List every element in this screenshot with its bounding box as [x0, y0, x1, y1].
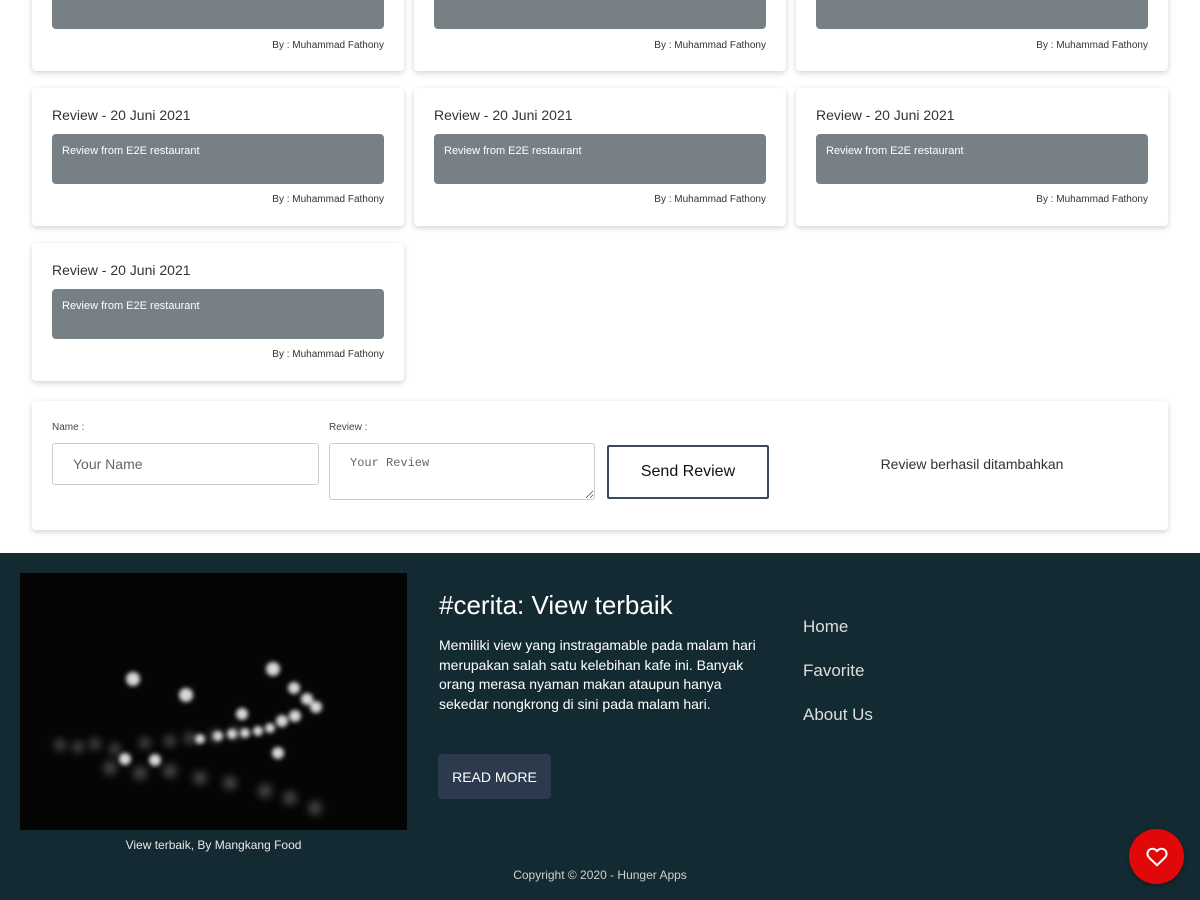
review-author: By : Muhammad Fathony	[654, 194, 766, 205]
copyright-text: Copyright © 2020 - Hunger Apps	[513, 868, 687, 882]
review-author: By : Muhammad Fathony	[272, 349, 384, 360]
heart-icon	[1145, 846, 1168, 868]
review-title: Review - 20 Juni 2021	[434, 107, 573, 123]
review-card: Review - 20 Juni 2021 Review from E2E re…	[796, 88, 1168, 226]
review-title: Review - 20 Juni 2021	[52, 107, 191, 123]
review-body: Review from E2E restaurant	[52, 0, 384, 29]
review-body: Review from E2E restaurant	[434, 0, 766, 29]
review-form: Name : Review : Send Review Review berha…	[32, 401, 1168, 530]
review-card: Review from E2E restaurant By : Muhammad…	[796, 0, 1168, 71]
review-body: Review from E2E restaurant	[816, 0, 1148, 29]
review-body: Review from E2E restaurant	[816, 134, 1148, 184]
review-body: Review from E2E restaurant	[52, 289, 384, 339]
review-author: By : Muhammad Fathony	[272, 40, 384, 51]
send-review-button[interactable]: Send Review	[607, 445, 769, 499]
name-input[interactable]	[52, 443, 319, 485]
review-textarea[interactable]	[329, 443, 595, 500]
review-card: Review from E2E restaurant By : Muhammad…	[32, 0, 404, 71]
review-title: Review - 20 Juni 2021	[52, 262, 191, 278]
review-card: Review from E2E restaurant By : Muhammad…	[414, 0, 786, 71]
favorite-button[interactable]	[1129, 829, 1184, 884]
read-more-button[interactable]: READ MORE	[438, 754, 551, 799]
story-text: Memiliki view yang instragamable pada ma…	[439, 637, 756, 712]
review-title: Review - 20 Juni 2021	[816, 107, 955, 123]
image-caption: View terbaik, By Mangkang Food	[125, 838, 302, 852]
review-body: Review from E2E restaurant	[434, 134, 766, 184]
review-body: Review from E2E restaurant	[52, 134, 384, 184]
footer: View terbaik, By Mangkang Food #cerita: …	[0, 553, 1200, 900]
review-author: By : Muhammad Fathony	[654, 40, 766, 51]
status-message: Review berhasil ditambahkan	[880, 456, 1064, 472]
review-label: Review :	[329, 422, 368, 433]
nav-link-favorite[interactable]: Favorite	[803, 661, 864, 681]
review-author: By : Muhammad Fathony	[272, 194, 384, 205]
story-title: #cerita: View terbaik	[439, 590, 673, 620]
review-card: Review - 20 Juni 2021 Review from E2E re…	[414, 88, 786, 226]
nav-link-home[interactable]: Home	[803, 617, 848, 637]
nav-link-about-us[interactable]: About Us	[803, 705, 873, 725]
review-author: By : Muhammad Fathony	[1036, 40, 1148, 51]
review-author: By : Muhammad Fathony	[1036, 194, 1148, 205]
name-label: Name :	[52, 422, 85, 433]
bokeh-night-image	[20, 573, 407, 830]
review-card: Review - 20 Juni 2021 Review from E2E re…	[32, 88, 404, 226]
review-card: Review - 20 Juni 2021 Review from E2E re…	[32, 243, 404, 381]
